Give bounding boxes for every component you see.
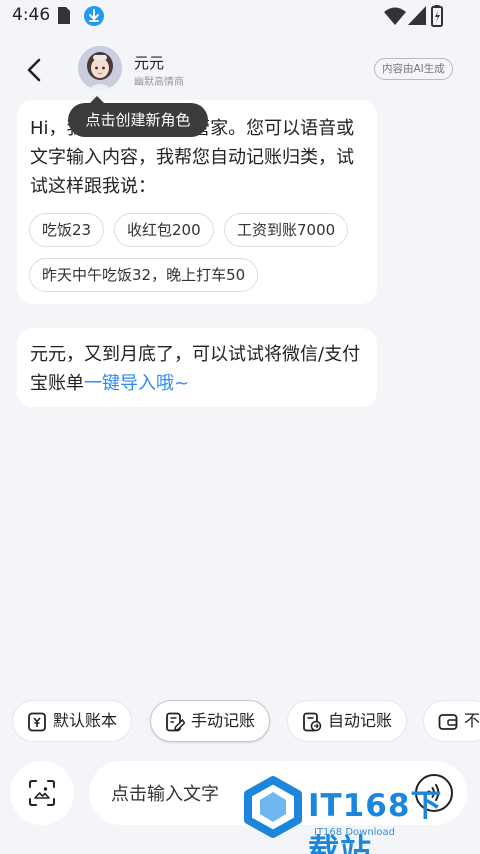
watermark: IT168下载站 IT168 Download — [240, 770, 472, 854]
suggestion-chip[interactable]: 吃饭23 — [29, 213, 105, 247]
manual-entry-button[interactable]: 手动记账 — [150, 700, 271, 742]
message-body: 元元，又到月底了，可以试试将微信/支付宝账单 — [30, 344, 361, 394]
wallet-icon — [438, 714, 458, 730]
character-subtitle: 幽默高情商 — [134, 77, 184, 88]
create-character-tooltip: 点击创建新角色 — [68, 96, 208, 137]
edit-note-icon — [166, 712, 185, 732]
sim-card-icon — [58, 7, 70, 24]
image-scan-icon — [29, 780, 55, 806]
battery-icon — [431, 5, 443, 27]
suggestion-chip[interactable]: 收红包200 — [114, 213, 214, 247]
character-name: 元元 — [134, 54, 165, 72]
import-bill-link[interactable]: 一键导入哦~ — [84, 373, 189, 394]
account-book-icon — [28, 712, 46, 732]
auto-entry-button[interactable]: 自动记账 — [287, 700, 408, 742]
chat-header: 元元 幽默高情商 内容由AI生成 — [0, 38, 480, 100]
suggestion-chip[interactable]: 昨天中午吃饭32，晚上打车50 — [29, 258, 259, 292]
image-scan-button[interactable] — [10, 761, 74, 825]
wifi-icon — [384, 7, 406, 25]
download-icon — [84, 6, 104, 26]
default-account-button[interactable]: 默认账本 — [12, 700, 133, 742]
more-action-button[interactable]: 不 — [423, 700, 480, 742]
auto-entry-label: 自动记账 — [328, 711, 393, 730]
default-account-label: 默认账本 — [53, 711, 118, 730]
input-placeholder: 点击输入文字 — [111, 784, 219, 805]
back-arrow-icon[interactable] — [24, 57, 46, 83]
suggestion-chip[interactable]: 工资到账7000 — [224, 213, 349, 247]
message-bubble-import: 元元，又到月底了，可以试试将微信/支付宝账单一键导入哦~ — [17, 328, 377, 407]
avatar[interactable] — [78, 46, 122, 90]
status-time: 4:46 — [12, 5, 51, 25]
ai-generated-badge: 内容由AI生成 — [374, 58, 453, 80]
signal-icon — [408, 6, 426, 25]
watermark-sub: IT168 Download — [314, 827, 396, 838]
auto-record-icon — [303, 712, 322, 732]
it168-logo-icon — [244, 776, 302, 838]
quick-action-bar: 默认账本 手动记账 自动记账 不 — [0, 698, 480, 746]
watermark-brand: IT168下载站 — [308, 788, 443, 854]
manual-entry-label: 手动记账 — [191, 711, 256, 730]
status-bar: 4:46 — [0, 0, 480, 32]
message-text: 元元，又到月底了，可以试试将微信/支付宝账单一键导入哦~ — [30, 340, 370, 398]
more-action-label: 不 — [464, 711, 480, 730]
